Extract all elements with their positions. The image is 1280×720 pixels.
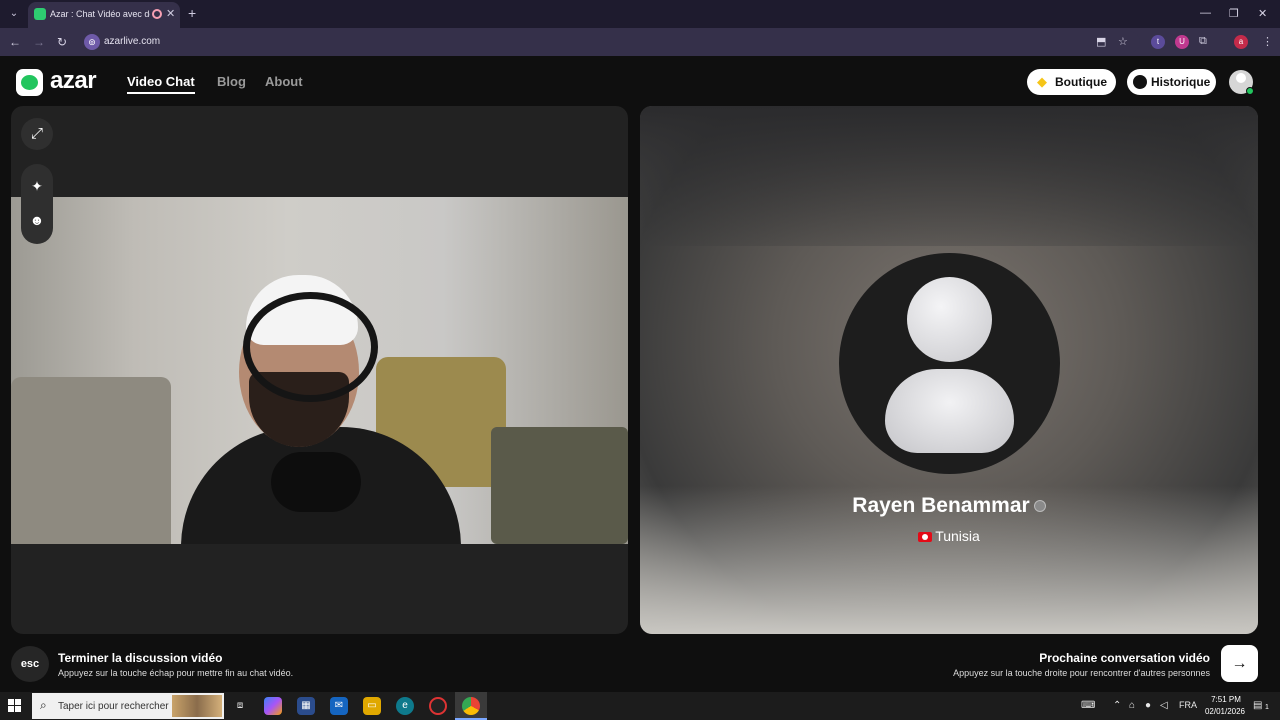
nav-video-chat[interactable]: Video Chat [127,74,195,94]
browser-tab-bar: ⌄ Azar : Chat Vidéo avec de ✕ + — ❐ ✕ [0,0,1280,28]
face-mask-icon[interactable]: ☻ [21,205,53,235]
historique-label: Historique [1151,75,1211,89]
extensions-icon[interactable]: ⧉ [1199,35,1207,48]
edge-icon[interactable]: e [396,697,414,715]
end-chat-title: Terminer la discussion vidéo [58,651,223,665]
close-window-icon[interactable]: ✕ [1258,7,1267,20]
logo-chat-bubble-icon [21,75,38,90]
language-indicator[interactable]: FRA [1179,700,1197,710]
next-chat-title: Prochaine conversation vidéo [1039,651,1210,665]
end-chat-subtitle: Appuyez sur la touche échap pour mettre … [58,668,294,678]
search-icon: ⌕ [40,698,47,712]
forward-icon[interactable]: → [33,35,45,49]
peer-video-panel: Rayen Benammar Tunisia [640,106,1258,634]
volume-icon[interactable]: ◁ [1160,700,1168,711]
site-info-icon[interactable]: ⊚ [84,34,100,50]
avatar-body [885,369,1014,453]
back-icon[interactable]: ← [9,35,21,49]
clock-date[interactable]: 02/01/2026 [1200,707,1250,716]
peer-country-row: Tunisia [640,528,1258,544]
tunisia-flag-icon [918,532,933,543]
self-camera-feed [11,197,628,544]
blur-overlay-top [640,106,1258,246]
restore-icon[interactable]: ❐ [1229,7,1239,20]
desk-shape [491,427,628,544]
peer-name-row: Rayen Benammar [640,494,1258,518]
effects-toolbar: ✦ ☻ [21,164,53,244]
tab-close-icon[interactable]: ✕ [166,7,175,20]
search-highlight-image [172,695,222,717]
keyboard-icon[interactable]: ⌨ [1081,700,1095,711]
windows-taskbar: ⌕ Taper ici pour rechercher ⧈ ▦ ✉ ▭ e ⌨ … [0,692,1280,720]
nav-blog[interactable]: Blog [217,74,246,89]
notification-count: 1 [1265,704,1269,711]
peer-name: Rayen Benammar [852,494,1030,517]
headphones [243,292,378,402]
windows-start-icon[interactable] [8,699,22,713]
esc-end-button[interactable]: esc [11,646,49,682]
chair-shape [11,377,171,544]
azar-page: azar Video Chat Blog About ◆ Boutique Hi… [0,56,1280,692]
bookmark-star-icon[interactable]: ☆ [1118,35,1128,48]
task-view-icon[interactable]: ⧈ [231,697,249,715]
notification-icon[interactable]: ▤ [1253,700,1262,711]
chrome-taskbar-active[interactable] [455,692,487,720]
azar-logo-icon[interactable] [16,69,43,96]
url-text: azarlive.com [104,36,161,47]
recorder-icon[interactable] [429,697,447,715]
chrome-icon [462,697,480,715]
tab-search-icon[interactable]: ⌄ [6,6,22,22]
tab-recording-icon [152,9,162,19]
boutique-button[interactable]: ◆ Boutique [1027,69,1116,95]
browser-tab-active[interactable]: Azar : Chat Vidéo avec de ✕ [28,2,180,28]
peer-avatar [839,253,1060,474]
arrow-right-icon: → [1231,655,1248,672]
sparkle-effects-icon[interactable]: ✦ [21,171,53,201]
historique-button[interactable]: Historique [1127,69,1216,95]
azar-favicon-icon [34,8,46,20]
store-icon[interactable]: ▦ [297,697,315,715]
clock-time[interactable]: 7:51 PM [1202,695,1250,704]
next-arrow-button[interactable]: → [1221,645,1258,682]
next-chat-subtitle: Appuyez sur la touche droite pour rencon… [953,668,1210,678]
tray-chevron-icon[interactable]: ⌃ [1113,700,1121,711]
gem-icon: ◆ [1037,74,1047,89]
expand-icon[interactable]: ⤢ [21,118,53,150]
reload-icon[interactable]: ↻ [57,35,67,49]
search-placeholder: Taper ici pour rechercher [58,701,169,712]
taskbar-search-input[interactable]: ⌕ Taper ici pour rechercher [32,693,224,719]
tab-title: Azar : Chat Vidéo avec de [50,9,150,19]
extension-u-icon[interactable]: U [1175,35,1189,49]
clock-icon [1133,75,1147,89]
verified-badge-icon [1033,500,1046,513]
minimize-icon[interactable]: — [1200,7,1211,19]
self-video-panel: ⤢ ✦ ☻ [11,106,628,634]
avatar-head [907,277,992,362]
nav-about[interactable]: About [265,74,303,89]
address-bar[interactable]: ⊚ azarlive.com ⬒ ☆ [80,31,1140,53]
browser-toolbar: ← → ↻ ⊚ azarlive.com ⬒ ☆ t U ⧉ a ⋮ [0,28,1280,56]
microphone-icon[interactable]: ● [1145,700,1151,711]
logo-text[interactable]: azar [50,67,97,95]
new-tab-icon[interactable]: + [188,5,196,21]
user-head [1236,73,1246,83]
install-app-icon[interactable]: ⬒ [1096,35,1106,48]
network-icon[interactable]: ⌂ [1129,700,1135,711]
profile-avatar-icon[interactable]: a [1234,35,1248,49]
file-explorer-icon[interactable]: ▭ [363,697,381,715]
extension-t-icon[interactable]: t [1151,35,1165,49]
outlook-icon[interactable]: ✉ [330,697,348,715]
microphone [271,452,361,512]
boutique-label: Boutique [1055,75,1107,89]
user-avatar-icon[interactable] [1229,70,1254,95]
menu-icon[interactable]: ⋮ [1262,35,1273,48]
peer-country: Tunisia [935,528,980,544]
copilot-icon[interactable] [264,697,282,715]
online-status-dot [1246,87,1254,95]
